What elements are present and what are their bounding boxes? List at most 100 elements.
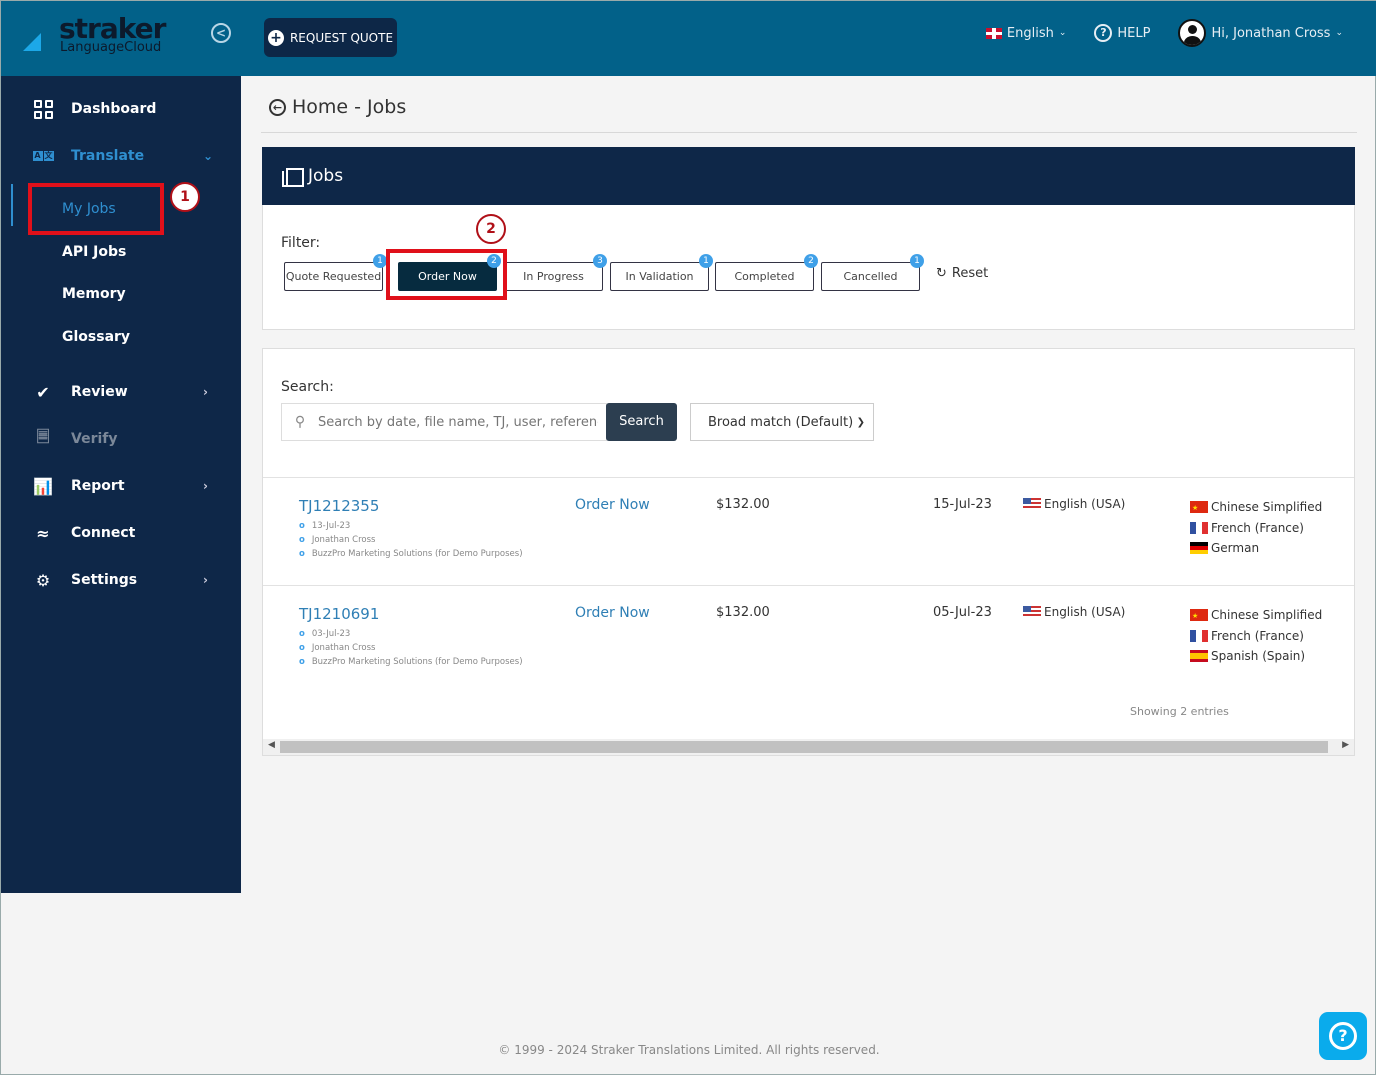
- avatar-icon: [1178, 19, 1207, 47]
- check-circle-icon: ✔: [36, 382, 50, 402]
- match-mode-select[interactable]: Broad match (Default) ❯: [690, 403, 874, 441]
- target-language-label: German: [1211, 541, 1260, 555]
- target-language-label: Chinese Simplified: [1211, 500, 1323, 514]
- main-content: ← Home - Jobs Jobs Filter: Quote Request…: [241, 76, 1376, 1075]
- target-language-label: Chinese Simplified: [1211, 608, 1323, 622]
- help-icon: ?: [1094, 24, 1113, 42]
- search-field[interactable]: ⚲: [281, 403, 607, 441]
- help-label: HELP: [1117, 25, 1151, 41]
- job-status-link[interactable]: Order Now: [575, 497, 650, 513]
- connect-icon: ≈: [36, 523, 50, 543]
- translate-icon: A文: [32, 151, 54, 161]
- sidebar-subitem-memory[interactable]: Memory: [62, 282, 126, 306]
- search-icon: ⚲: [294, 414, 306, 430]
- jobs-icon: [282, 167, 304, 187]
- search-button[interactable]: Search: [606, 403, 677, 441]
- job-due-date: 15-Jul-23: [933, 497, 992, 512]
- gear-icon: ⚙: [35, 570, 51, 590]
- china-flag-icon: [1190, 498, 1208, 519]
- scroll-right-icon[interactable]: ▶: [1342, 740, 1349, 750]
- filter-in-progress[interactable]: In Progress 3: [504, 254, 607, 291]
- filter-label-text: Completed: [734, 270, 795, 283]
- sidebar-item-dashboard[interactable]: Dashboard: [1, 89, 241, 129]
- target-languages: Chinese Simplified French (France) Spani…: [1190, 605, 1322, 667]
- grid-icon: [33, 99, 53, 119]
- sidebar-subitem-glossary[interactable]: Glossary: [62, 325, 130, 349]
- annotation-box-my-jobs: [28, 183, 164, 235]
- job-company: BuzzPro Marketing Solutions (for Demo Pu…: [299, 547, 523, 561]
- france-flag-icon: [1190, 521, 1208, 534]
- job-created-date: 13-Jul-23: [299, 519, 523, 533]
- chevron-down-icon: ⌄: [203, 149, 214, 163]
- sidebar-item-connect[interactable]: ≈ Connect: [1, 513, 241, 553]
- sidebar-item-label: Connect: [71, 525, 136, 541]
- help-chat-button[interactable]: ?: [1319, 1012, 1367, 1060]
- job-meta: 13-Jul-23 Jonathan Cross BuzzPro Marketi…: [299, 519, 523, 561]
- language-label: English: [1006, 25, 1054, 41]
- spain-flag-icon: [1190, 650, 1208, 663]
- footer-copyright: © 1999 - 2024 Straker Translations Limit…: [498, 1043, 880, 1057]
- job-id-link[interactable]: TJ1212355: [299, 497, 379, 515]
- sidebar-item-label: Translate: [71, 148, 145, 164]
- chevron-right-icon: ›: [203, 385, 208, 399]
- scroll-left-icon[interactable]: ◀: [268, 740, 275, 750]
- source-language: English (USA): [1023, 497, 1125, 511]
- reset-icon: ↻: [936, 266, 947, 281]
- request-quote-button[interactable]: + REQUEST QUOTE: [264, 18, 397, 57]
- filter-label-text: In Progress: [523, 270, 584, 283]
- chevron-down-icon: ⌄: [1058, 28, 1067, 38]
- filter-completed[interactable]: Completed 2: [715, 254, 818, 291]
- reset-label: Reset: [951, 266, 989, 281]
- sidebar-item-verify[interactable]: 🗏 Verify: [1, 419, 241, 459]
- plus-circle-icon: +: [267, 29, 284, 46]
- filter-quote-requested[interactable]: Quote Requested 1: [284, 254, 387, 291]
- back-arrow-icon[interactable]: ←: [269, 98, 286, 116]
- user-menu[interactable]: Hi, Jonathan Cross ⌄: [1178, 19, 1343, 47]
- sidebar-item-label: Settings: [71, 572, 138, 588]
- target-language-label: Spanish (Spain): [1211, 649, 1306, 663]
- chevron-right-icon: ›: [203, 479, 208, 493]
- sidebar-item-report[interactable]: 📊 Report ›: [1, 466, 241, 506]
- jobs-panel-header: Jobs: [262, 147, 1355, 205]
- chevron-down-icon: ⌄: [1335, 28, 1343, 38]
- filter-label-text: In Validation: [625, 270, 694, 283]
- sidebar-item-review[interactable]: ✔ Review ›: [1, 372, 241, 412]
- reset-filter-button[interactable]: ↻ Reset: [936, 266, 988, 281]
- language-selector[interactable]: English ⌄: [985, 25, 1067, 41]
- collapse-sidebar-icon[interactable]: <: [211, 23, 231, 43]
- count-badge: 1: [910, 254, 924, 268]
- sidebar-item-translate[interactable]: A文 Translate ⌄: [1, 136, 241, 176]
- job-user: Jonathan Cross: [299, 533, 523, 547]
- horizontal-scrollbar[interactable]: ◀ ▶: [263, 739, 1354, 755]
- divider: [261, 132, 1357, 133]
- help-link[interactable]: ? HELP: [1094, 24, 1150, 42]
- source-language: English (USA): [1023, 605, 1125, 619]
- target-language-label: French (France): [1211, 520, 1304, 535]
- scrollbar-thumb[interactable]: [280, 741, 1328, 753]
- document-check-icon: 🗏: [36, 426, 50, 446]
- job-status-link[interactable]: Order Now: [575, 605, 650, 621]
- annotation-step-2: 2: [476, 214, 506, 244]
- sidebar-item-settings[interactable]: ⚙ Settings ›: [1, 560, 241, 600]
- annotation-step-1: 1: [170, 182, 200, 212]
- search-input[interactable]: [318, 414, 598, 430]
- job-id-link[interactable]: TJ1210691: [299, 605, 379, 623]
- source-language-label: English (USA): [1044, 605, 1126, 619]
- chevron-right-icon: ›: [203, 573, 208, 587]
- logo-word: straker: [59, 12, 166, 45]
- sidebar-item-label: Report: [71, 478, 125, 494]
- job-user: Jonathan Cross: [299, 641, 523, 655]
- sidebar-subitem-api-jobs[interactable]: API Jobs: [62, 240, 126, 264]
- filter-in-validation[interactable]: In Validation 1: [610, 254, 713, 291]
- request-quote-label: REQUEST QUOTE: [289, 30, 394, 45]
- target-languages: Chinese Simplified French (France) Germa…: [1190, 497, 1322, 559]
- filter-label-text: Cancelled: [843, 270, 898, 283]
- logo-mark-icon: [23, 33, 41, 51]
- filter-cancelled[interactable]: Cancelled 1: [821, 254, 924, 291]
- uk-flag-icon: [985, 27, 1002, 39]
- target-language-label: French (France): [1211, 628, 1304, 643]
- source-language-label: English (USA): [1044, 497, 1126, 511]
- straker-logo[interactable]: straker LanguageCloud: [21, 15, 181, 63]
- breadcrumb-text: Home - Jobs: [292, 96, 407, 118]
- breadcrumb: ← Home - Jobs: [269, 96, 406, 118]
